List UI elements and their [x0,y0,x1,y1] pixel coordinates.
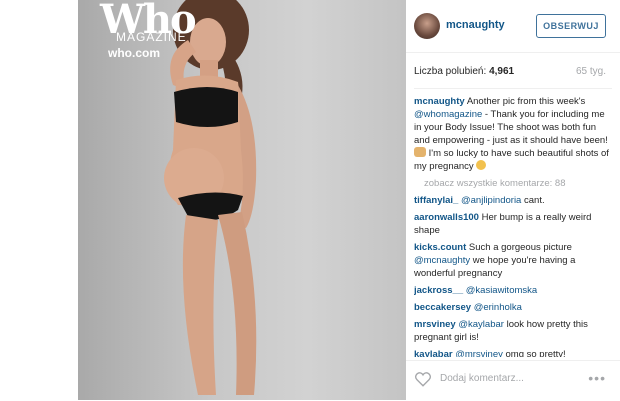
avatar[interactable] [414,13,440,39]
caption-text-1: Another pic from this week's [466,96,586,107]
comment-text: cant. [524,195,545,206]
comment-mention[interactable]: @kaylabar [458,319,504,330]
comment-username[interactable]: tiffanylai_ [414,195,458,206]
comment-username[interactable]: mrsviney [414,319,456,330]
post-sidebar: mcnaughty OBSERWUJ Liczba polubień: 4,96… [406,0,620,400]
follow-button[interactable]: OBSERWUJ [536,14,606,38]
kiss-face-emoji-icon [476,160,487,170]
magazine-url: who.com [108,46,161,60]
comment-username[interactable]: aaronwalls100 [414,212,479,223]
comment-username[interactable]: jackross__ [414,285,463,296]
comment-mention[interactable]: @kasiawitomska [466,285,537,296]
post-footer: Dodaj komentarz... ••• [406,360,620,401]
comment-text: Such a gorgeous picture [468,242,572,253]
likes-label: Liczba polubień: [414,66,487,77]
post-photo[interactable]: Who MAGAZINE who.com [78,0,406,400]
comment-mention[interactable]: @mrsviney [455,349,503,357]
username-link[interactable]: mcnaughty [446,19,505,31]
divider [414,88,612,89]
comment-mention[interactable]: @anjlipindoria [461,195,521,206]
comment-mention[interactable]: @mcnaughty [414,255,470,266]
view-all-comments-link[interactable]: zobacz wszystkie komentarze: 88 [424,177,612,190]
comment-item: beccakersey @erinholka [414,301,612,314]
add-comment-input[interactable]: Dodaj komentarz... [440,373,524,384]
comment-username[interactable]: kicks.count [414,242,466,253]
comment-item: kaylabar @mrsviney omg so pretty! [414,348,612,357]
comment-mention[interactable]: @erinholka [474,302,522,313]
comment-username[interactable]: beccakersey [414,302,471,313]
caption: mcnaughty Another pic from this week's @… [414,95,612,173]
comment-item: jackross__ @kasiawitomska [414,284,612,297]
magazine-subtitle: MAGAZINE [116,30,187,44]
post-header: mcnaughty OBSERWUJ [406,0,620,53]
page-margin [0,0,78,400]
likes-count: Liczba polubień: 4,961 [414,66,514,77]
comment-item: tiffanylai_ @anjlipindoria cant. [414,194,612,207]
comment-text: omg so pretty! [505,349,566,357]
caption-mention[interactable]: @whomagazine [414,109,482,120]
more-options-icon[interactable]: ••• [588,370,606,386]
caption-username[interactable]: mcnaughty [414,96,465,107]
comment-item: mrsviney @kaylabar look how pretty this … [414,318,612,344]
caption-text-3: I'm so lucky to have such beautiful shot… [414,148,609,172]
likes-number[interactable]: 4,961 [489,66,514,77]
comments-list[interactable]: mcnaughty Another pic from this week's @… [414,95,612,357]
post-age: 65 tyg. [575,66,606,77]
comment-username[interactable]: kaylabar [414,349,453,357]
heart-icon[interactable] [414,370,432,388]
model-figure [164,0,257,395]
flexed-biceps-emoji-icon [414,147,426,157]
comment-item: aaronwalls100 Her bump is a really weird… [414,211,612,237]
comment-item: kicks.count Such a gorgeous picture @mcn… [414,241,612,280]
